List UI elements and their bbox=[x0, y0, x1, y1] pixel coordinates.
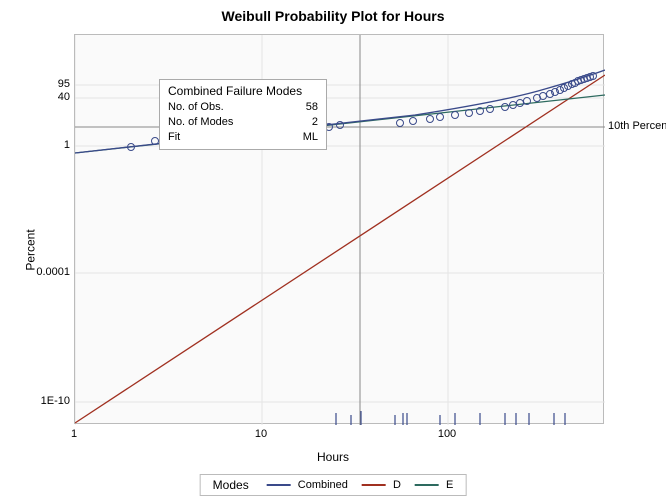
y-tick: 95 bbox=[26, 78, 70, 90]
swatch-combined bbox=[267, 484, 291, 486]
info-val: 58 bbox=[306, 100, 318, 115]
y-tick: 1E-10 bbox=[26, 395, 70, 407]
swatch-e bbox=[415, 484, 439, 486]
plot-svg bbox=[75, 35, 605, 425]
info-row: No. of Obs. 58 bbox=[168, 100, 318, 115]
info-key: No. of Obs. bbox=[168, 100, 224, 115]
y-tick: 40 bbox=[26, 91, 70, 103]
info-box: Combined Failure Modes No. of Obs. 58 No… bbox=[159, 79, 327, 150]
legend-label: E bbox=[446, 479, 453, 491]
legend-label: D bbox=[393, 479, 401, 491]
x-tick: 1 bbox=[71, 428, 77, 440]
info-header: Combined Failure Modes bbox=[168, 84, 318, 98]
info-row: No. of Modes 2 bbox=[168, 115, 318, 130]
legend-item-combined: Combined bbox=[267, 479, 348, 491]
y-axis-label: Percent bbox=[24, 229, 38, 270]
info-val: 2 bbox=[312, 115, 318, 130]
swatch-d bbox=[362, 484, 386, 486]
info-row: Fit ML bbox=[168, 130, 318, 145]
legend-item-e: E bbox=[415, 479, 453, 491]
gridlines bbox=[75, 35, 605, 425]
info-key: No. of Modes bbox=[168, 115, 233, 130]
y-tick: 0.0001 bbox=[26, 266, 70, 278]
legend-item-d: D bbox=[362, 479, 401, 491]
y-tick: 1 bbox=[26, 139, 70, 151]
rug-marks bbox=[336, 411, 565, 425]
chart-container: Weibull Probability Plot for Hours Perce… bbox=[0, 0, 666, 500]
legend-label: Combined bbox=[298, 479, 348, 491]
plot-area: Combined Failure Modes No. of Obs. 58 No… bbox=[74, 34, 604, 424]
ref-y-label: 10th Percentile bbox=[608, 120, 666, 132]
info-key: Fit bbox=[168, 130, 180, 145]
reference-lines bbox=[75, 35, 605, 425]
x-axis-label: Hours bbox=[317, 450, 349, 464]
legend-title: Modes bbox=[213, 478, 249, 492]
info-val: ML bbox=[303, 130, 318, 145]
chart-title: Weibull Probability Plot for Hours bbox=[0, 0, 666, 24]
x-tick: 100 bbox=[438, 428, 456, 440]
series-combined-line bbox=[75, 70, 605, 153]
legend: Modes Combined D E bbox=[200, 474, 467, 496]
x-tick: 10 bbox=[255, 428, 267, 440]
